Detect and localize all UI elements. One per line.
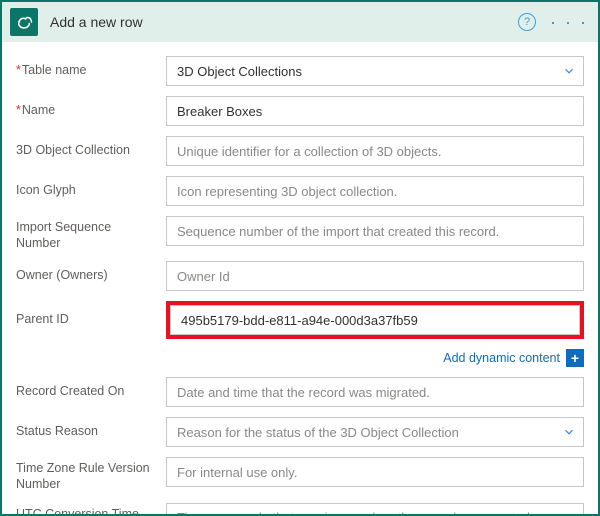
row-collection: 3D Object Collection Unique identifier f…	[16, 136, 584, 166]
label-owner: Owner (Owners)	[16, 268, 166, 284]
input-import-seq[interactable]: Sequence number of the import that creat…	[166, 216, 584, 246]
row-parent-id: Parent ID 495b5179-bdd-e811-a94e-000d3a3…	[16, 301, 584, 339]
row-import-seq: Import Sequence Number Sequence number o…	[16, 216, 584, 251]
parent-id-highlight: 495b5179-bdd-e811-a94e-000d3a37fb59	[166, 301, 584, 339]
input-icon-glyph[interactable]: Icon representing 3D object collection.	[166, 176, 584, 206]
label-icon-glyph: Icon Glyph	[16, 183, 166, 199]
input-table-name[interactable]: 3D Object Collections	[166, 56, 584, 86]
input-utc-conv[interactable]: Time zone code that was in use when the …	[166, 503, 584, 515]
row-icon-glyph: Icon Glyph Icon representing 3D object c…	[16, 176, 584, 206]
label-tz-rule: Time Zone Rule Version Number	[16, 457, 166, 492]
input-name[interactable]: Breaker Boxes	[166, 96, 584, 126]
label-import-seq: Import Sequence Number	[16, 216, 166, 251]
label-parent-id: Parent ID	[16, 312, 166, 328]
row-table-name: Table name 3D Object Collections	[16, 56, 584, 86]
label-record-created: Record Created On	[16, 384, 166, 400]
input-record-created[interactable]: Date and time that the record was migrat…	[166, 377, 584, 407]
row-owner: Owner (Owners) Owner Id	[16, 261, 584, 291]
input-parent-id[interactable]: 495b5179-bdd-e811-a94e-000d3a37fb59	[170, 305, 580, 335]
label-collection: 3D Object Collection	[16, 143, 166, 159]
label-name: Name	[16, 103, 166, 119]
input-owner[interactable]: Owner Id	[166, 261, 584, 291]
dynamic-content-row: Add dynamic content +	[16, 349, 584, 367]
dataverse-icon	[10, 8, 38, 36]
input-status-reason[interactable]: Reason for the status of the 3D Object C…	[166, 417, 584, 447]
card-body: Table name 3D Object Collections Name Br…	[2, 42, 598, 514]
input-collection[interactable]: Unique identifier for a collection of 3D…	[166, 136, 584, 166]
connector-card: Add a new row ? · · · Table name 3D Obje…	[0, 0, 600, 516]
help-icon[interactable]: ?	[518, 13, 536, 31]
label-status-reason: Status Reason	[16, 424, 166, 440]
label-table-name: Table name	[16, 63, 166, 79]
card-title: Add a new row	[50, 14, 518, 30]
add-dynamic-content-link[interactable]: Add dynamic content	[443, 351, 560, 365]
card-header: Add a new row ? · · ·	[2, 2, 598, 42]
row-utc-conv: UTC Conversion Time Zone Code Time zone …	[16, 503, 584, 515]
row-name: Name Breaker Boxes	[16, 96, 584, 126]
row-tz-rule: Time Zone Rule Version Number For intern…	[16, 457, 584, 492]
more-menu-icon[interactable]: · · ·	[550, 17, 588, 27]
row-record-created: Record Created On Date and time that the…	[16, 377, 584, 407]
row-status-reason: Status Reason Reason for the status of t…	[16, 417, 584, 447]
input-tz-rule[interactable]: For internal use only.	[166, 457, 584, 487]
add-dynamic-content-icon[interactable]: +	[566, 349, 584, 367]
label-utc-conv: UTC Conversion Time Zone Code	[16, 503, 166, 515]
